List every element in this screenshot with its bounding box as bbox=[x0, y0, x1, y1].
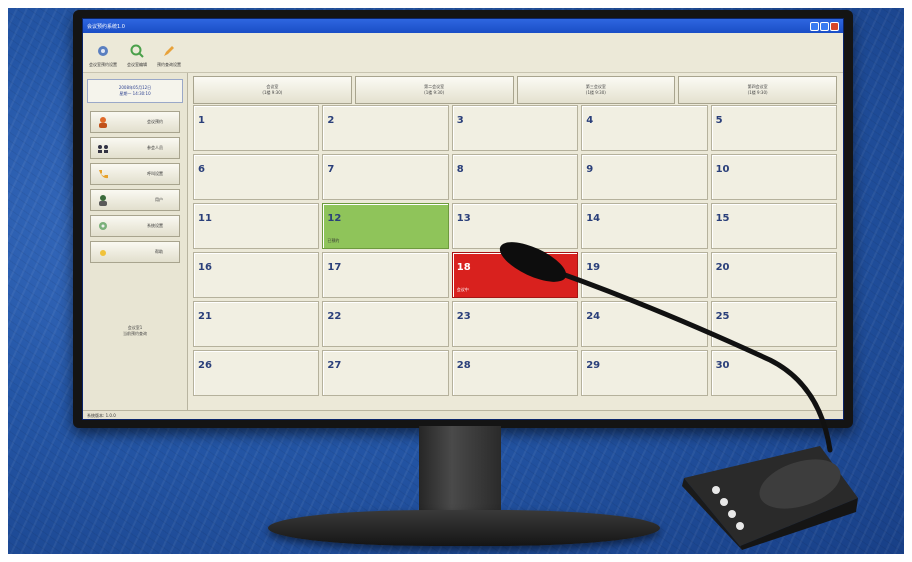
microphone-head-icon bbox=[499, 242, 567, 282]
mic-button-icon[interactable] bbox=[720, 498, 728, 506]
mic-button-icon[interactable] bbox=[736, 522, 744, 530]
mic-button-icon[interactable] bbox=[728, 510, 736, 518]
microphone-base bbox=[682, 446, 858, 550]
mic-button-icon[interactable] bbox=[712, 486, 720, 494]
